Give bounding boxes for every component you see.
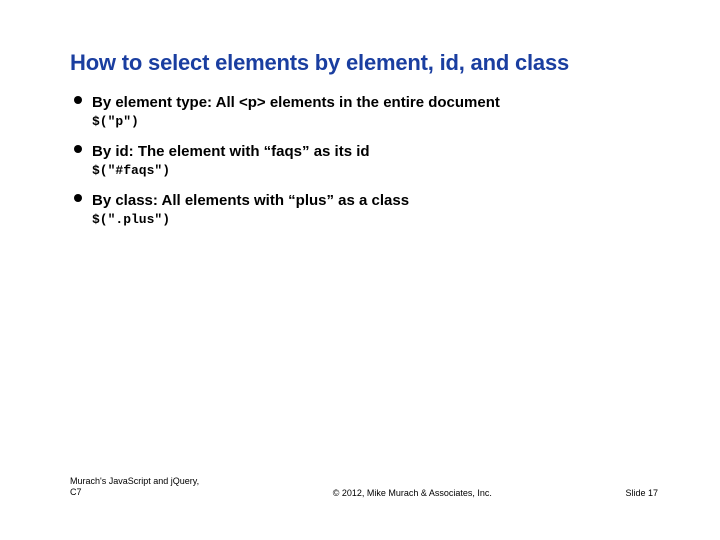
bullet-icon <box>74 96 82 104</box>
footer-book-title: Murach's JavaScript and jQuery, <box>70 476 199 486</box>
slide-title: How to select elements by element, id, a… <box>70 50 650 76</box>
bullet-icon <box>74 194 82 202</box>
bullet-item: By element type: All <p> elements in the… <box>92 94 650 112</box>
footer-chapter: C7 <box>70 487 82 497</box>
code-snippet: $(".plus") <box>92 212 650 227</box>
footer-copyright: © 2012, Mike Murach & Associates, Inc. <box>199 488 625 498</box>
bullet-heading: By element type: All <p> elements in the… <box>92 94 500 111</box>
bullet-icon <box>74 145 82 153</box>
slide: How to select elements by element, id, a… <box>0 0 720 540</box>
bullet-item: By id: The element with “faqs” as its id <box>92 143 650 161</box>
bullet-heading: By id: The element with “faqs” as its id <box>92 143 370 160</box>
slide-content: By element type: All <p> elements in the… <box>70 94 650 227</box>
footer: Murach's JavaScript and jQuery, C7 © 201… <box>70 476 658 499</box>
footer-slide-number: Slide 17 <box>625 488 658 498</box>
footer-left: Murach's JavaScript and jQuery, C7 <box>70 476 199 499</box>
code-snippet: $("p") <box>92 114 650 129</box>
code-snippet: $("#faqs") <box>92 163 650 178</box>
bullet-item: By class: All elements with “plus” as a … <box>92 192 650 210</box>
bullet-heading: By class: All elements with “plus” as a … <box>92 192 409 209</box>
